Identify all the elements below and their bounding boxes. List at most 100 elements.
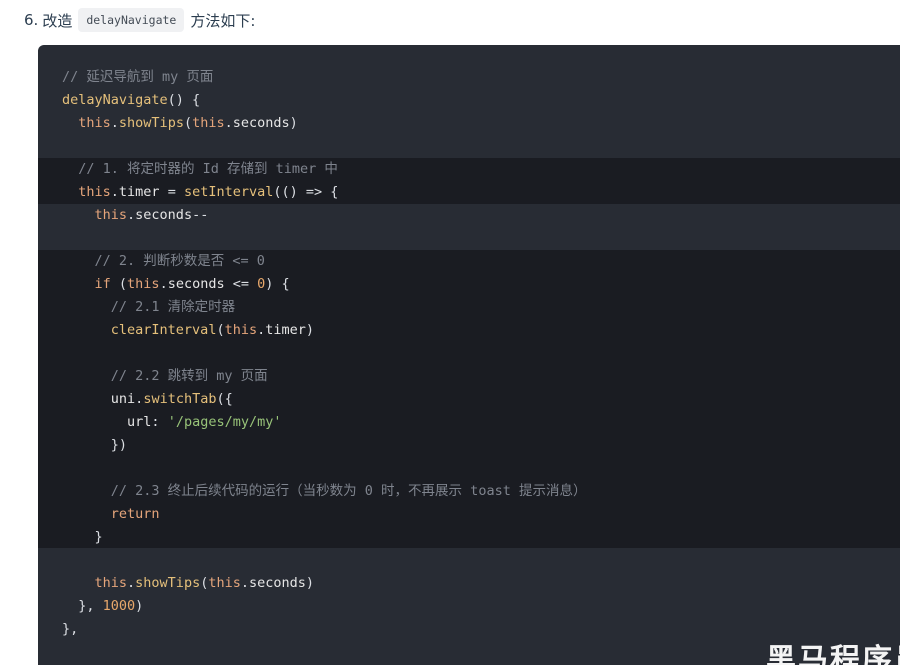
step-heading: 6. 改造 delayNavigate 方法如下: <box>24 6 255 34</box>
code-token: // 2. 判断秒数是否 <= 0 <box>94 253 265 269</box>
code-token: ) <box>305 322 315 338</box>
code-token: delayNavigate <box>62 92 168 108</box>
code-line: clearInterval(this.timer) <box>62 319 586 342</box>
code-token: ( <box>216 322 225 338</box>
code-token: . <box>110 184 119 200</box>
code-token: this <box>224 322 258 338</box>
code-line: // 1. 将定时器的 Id 存储到 timer 中 <box>62 158 586 181</box>
code-token: // 2.2 跳转到 my 页面 <box>110 368 268 384</box>
code-token: } <box>62 529 103 545</box>
code-token: switchTab <box>143 391 217 407</box>
code-token: ( <box>183 115 193 131</box>
code-token: '/pages/my/my' <box>167 414 282 430</box>
code-token: -- <box>192 207 209 223</box>
code-token: this <box>94 207 128 223</box>
code-token: ) <box>289 115 298 131</box>
code-token: . <box>127 207 136 223</box>
code-token: // 延迟导航到 my 页面 <box>62 69 214 85</box>
code-token: this <box>78 115 111 131</box>
code-token: this <box>192 115 225 131</box>
code-token: seconds <box>249 575 306 591</box>
code-line: this.showTips(this.seconds) <box>62 572 586 595</box>
code-line: }, <box>62 618 586 641</box>
code-token: showTips <box>118 115 184 131</box>
code-line: return <box>62 503 586 526</box>
code-line: } <box>62 526 586 549</box>
code-token: <= <box>224 276 258 292</box>
code-line: // 延迟导航到 my 页面 <box>62 66 586 89</box>
code-token: ) { <box>265 276 290 292</box>
code-lines: // 延迟导航到 my 页面 delayNavigate() { this.sho… <box>62 66 586 641</box>
code-token: this <box>127 276 160 292</box>
code-token: if <box>94 276 111 292</box>
code-line: }) <box>62 434 586 457</box>
code-line: if (this.seconds <= 0) { <box>62 273 586 296</box>
code-token: // 1. 将定时器的 Id 存储到 timer 中 <box>78 161 338 177</box>
code-token: timer <box>118 184 160 200</box>
code-line: this.showTips(this.seconds) <box>62 112 586 135</box>
code-token: showTips <box>135 575 201 591</box>
step-number: 6. <box>24 11 39 29</box>
code-token: clearInterval <box>110 322 217 338</box>
code-token: . <box>159 276 168 292</box>
code-token: ({ <box>216 391 233 407</box>
code-token: url <box>127 414 152 430</box>
code-token: timer <box>265 322 306 338</box>
code-token: setInterval <box>183 184 274 200</box>
code-line: // 2.3 终止后续代码的运行（当秒数为 0 时，不再展示 toast 提示消… <box>62 480 587 503</box>
step-suffix: 方法如下: <box>190 11 256 30</box>
code-line: delayNavigate() { <box>62 89 586 112</box>
inline-code-method-name: delayNavigate <box>78 8 185 32</box>
code-token: : <box>151 414 168 430</box>
code-token: = <box>159 184 184 200</box>
code-line: this.timer = setInterval(() => { <box>62 181 586 204</box>
code-token: ) <box>305 575 315 591</box>
code-token: () { <box>167 92 201 108</box>
code-token: return <box>110 506 160 522</box>
code-line: url: '/pages/my/my' <box>62 411 586 434</box>
code-token: . <box>224 115 233 131</box>
code-token: // 2.3 终止后续代码的运行（当秒数为 0 时，不再展示 toast 提示消… <box>110 483 587 499</box>
code-token: ( <box>110 276 128 292</box>
code-token: . <box>127 575 136 591</box>
code-token: seconds <box>135 207 193 223</box>
code-token: seconds <box>232 115 290 131</box>
watermark-logo: 黑马程序员 <box>766 643 900 665</box>
step-prefix: 改造 <box>42 11 73 30</box>
code-token: . <box>110 115 119 131</box>
code-token: this <box>208 575 241 591</box>
code-token: . <box>240 575 249 591</box>
code-line: // 2.1 清除定时器 <box>62 296 586 319</box>
code-token: // 2.1 清除定时器 <box>110 299 236 315</box>
code-line: this.seconds-- <box>62 204 586 227</box>
code-token: }, <box>62 598 103 614</box>
code-line: uni.switchTab({ <box>62 388 586 411</box>
code-token: uni <box>110 391 136 407</box>
code-token: seconds <box>167 276 225 292</box>
code-token: this <box>78 184 111 200</box>
code-line: }, 1000) <box>62 595 586 618</box>
code-token: ) <box>135 598 144 614</box>
code-block: // 延迟导航到 my 页面 delayNavigate() { this.sho… <box>38 45 900 665</box>
code-token: 1000 <box>102 598 136 614</box>
code-token: this <box>94 575 128 591</box>
code-token: }) <box>62 437 128 453</box>
code-token: (() => { <box>273 184 339 200</box>
